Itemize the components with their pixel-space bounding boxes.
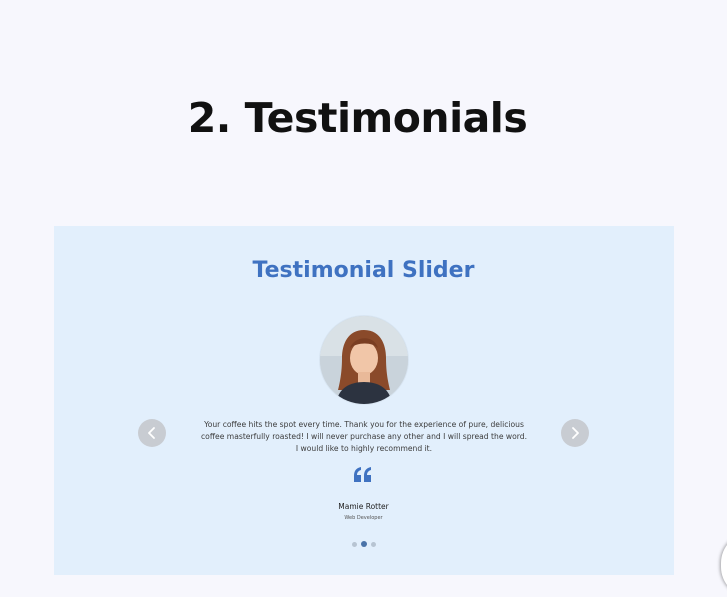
floating-button-edge[interactable] [721, 533, 727, 597]
pagination-dot[interactable] [371, 541, 376, 547]
prev-slide-button[interactable] [138, 419, 166, 447]
slider-pagination [352, 541, 376, 547]
author-avatar [320, 316, 408, 404]
next-slide-button[interactable] [561, 419, 589, 447]
testimonial-text: Your coffee hits the spot every time. Th… [201, 420, 527, 453]
slider-title: Testimonial Slider [252, 258, 475, 283]
author-photo [320, 316, 408, 404]
author-name: Mamie Rotter [338, 502, 389, 511]
page-heading: 2. Testimonials [187, 94, 528, 142]
chevron-left-icon [148, 427, 155, 439]
pagination-dot[interactable] [352, 541, 357, 547]
quote-icon [354, 467, 371, 482]
author-role: Web Developer [344, 515, 383, 521]
chevron-right-icon [572, 427, 579, 439]
pagination-dot-active[interactable] [361, 541, 367, 547]
